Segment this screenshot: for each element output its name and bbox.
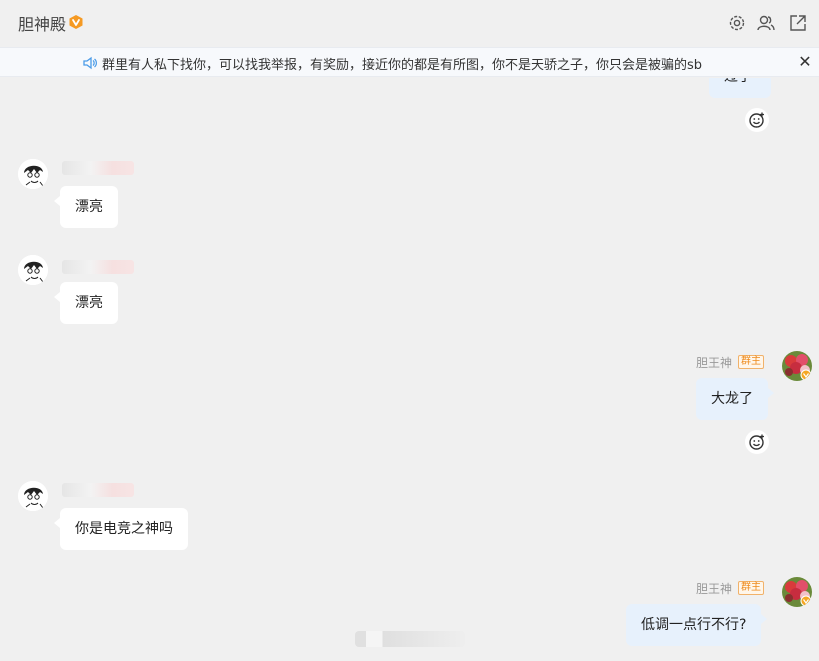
sender-name: 胆王神	[696, 356, 733, 370]
message-text: 漂亮	[75, 199, 103, 215]
group-title: 胆神殿	[18, 15, 67, 34]
speaker-icon	[83, 56, 97, 70]
message-text: 过了	[724, 78, 752, 85]
cartoon-avatar-icon	[18, 481, 48, 511]
sender-name-hidden	[62, 483, 134, 497]
sender-name-hidden	[62, 260, 134, 274]
message-bubble[interactable]: 漂亮	[54, 282, 118, 324]
avatar[interactable]	[782, 577, 812, 607]
cartoon-avatar-icon	[18, 159, 48, 189]
message-bubble[interactable]: 低调一点行不行?	[626, 604, 768, 646]
owner-tag: 群主	[738, 355, 764, 369]
sender-name-hidden	[62, 161, 134, 175]
vip-icon	[69, 15, 83, 29]
close-icon[interactable]: ✕	[798, 54, 812, 70]
sender-name: 胆王神	[696, 582, 733, 596]
members-icon[interactable]	[756, 13, 776, 33]
message-text: 漂亮	[75, 295, 103, 311]
chat-header: 胆神殿	[0, 0, 819, 46]
settings-icon[interactable]	[727, 13, 747, 33]
flower-avatar-icon	[782, 351, 812, 381]
reaction-button[interactable]	[745, 430, 769, 454]
message-list[interactable]: 过了 漂亮	[0, 78, 819, 661]
message-text: 你是电竞之神吗	[75, 521, 173, 537]
message-bubble[interactable]: 过了	[709, 78, 771, 98]
avatar[interactable]	[782, 351, 812, 381]
reaction-button[interactable]	[745, 108, 769, 132]
message-bubble[interactable]: 大龙了	[696, 378, 774, 420]
popout-icon[interactable]	[788, 13, 808, 33]
avatar[interactable]	[18, 159, 48, 189]
avatar[interactable]	[18, 255, 48, 285]
owner-tag: 群主	[738, 581, 764, 595]
new-message-indicator[interactable]	[355, 631, 465, 647]
cartoon-avatar-icon	[18, 255, 48, 285]
message-text: 低调一点行不行?	[641, 617, 747, 633]
emoji-reaction-icon	[749, 434, 764, 450]
message-bubble[interactable]: 你是电竞之神吗	[54, 508, 188, 550]
avatar[interactable]	[18, 481, 48, 511]
emoji-reaction-icon	[749, 112, 764, 128]
group-notice-bar[interactable]: 群里有人私下找你，可以找我举报，有奖励，接近你的都是有所图，你不是天骄之子，你只…	[0, 47, 819, 77]
notice-text: 群里有人私下找你，可以找我举报，有奖励，接近你的都是有所图，你不是天骄之子，你只…	[102, 58, 703, 73]
flower-avatar-icon	[782, 577, 812, 607]
message-bubble[interactable]: 漂亮	[54, 186, 118, 228]
message-text: 大龙了	[711, 391, 753, 407]
